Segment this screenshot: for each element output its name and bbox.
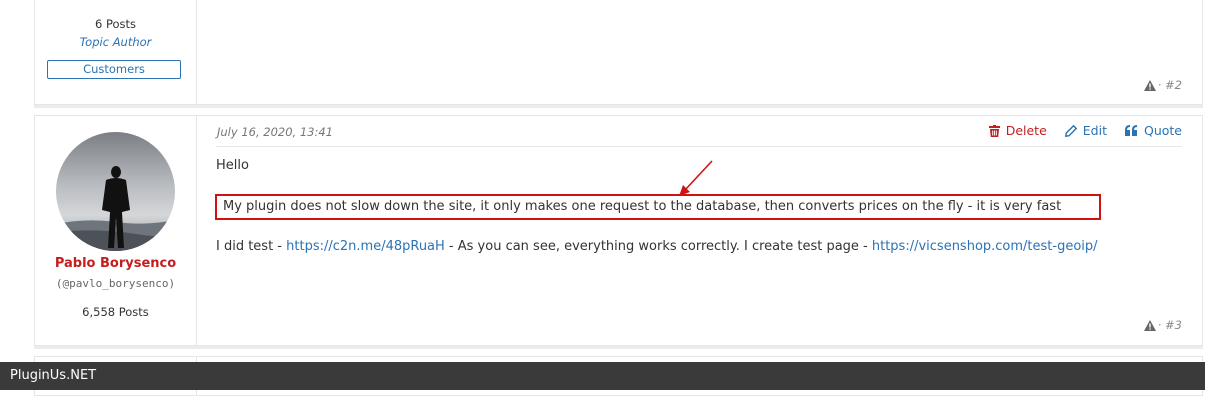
link-c2n[interactable]: https://c2n.me/48pRuaH [286, 239, 445, 254]
delete-button[interactable]: Delete [988, 123, 1047, 138]
post-separator [34, 105, 1203, 108]
post-header-divider [216, 146, 1182, 147]
author-posts-count: 6,558 Posts [82, 305, 149, 319]
quote-button[interactable]: Quote [1124, 123, 1182, 138]
post-separator [34, 346, 1203, 349]
post-number[interactable]: · #3 [1143, 318, 1182, 332]
text-fragment: I did test - [216, 239, 287, 254]
post-actions: Delete Edit Quote [988, 123, 1182, 138]
post-number-label: · #3 [1157, 318, 1182, 332]
author-name[interactable]: Pablo Borysenco [35, 256, 196, 271]
highlight-annotation: My plugin does not slow down the site, i… [215, 194, 1101, 220]
author-sidebar: 6 Posts Topic Author Customers [35, 0, 197, 104]
link-test-page[interactable]: https://vicsenshop.com/test-geoip/ [872, 239, 1098, 254]
post-text-line: I did test - https://c2n.me/48pRuaH - As… [216, 239, 1098, 254]
quote-icon [1124, 125, 1137, 136]
forum-post: 6 Posts Topic Author Customers · #2 [34, 0, 1203, 105]
author-posts-count: 6 Posts [94, 17, 137, 31]
highlighted-text: My plugin does not slow down the site, i… [223, 199, 1062, 214]
trash-icon [988, 124, 1000, 137]
annotation-arrow-icon [679, 160, 713, 196]
forum-post: Pablo Borysenco (@pavlo_borysenco) 6,558… [34, 115, 1203, 346]
report-icon[interactable] [1143, 80, 1156, 91]
report-icon[interactable] [1143, 320, 1156, 331]
post-date: July 16, 2020, 13:41 [217, 125, 333, 139]
post-number-label: · #2 [1157, 78, 1182, 92]
author-sidebar: Pablo Borysenco (@pavlo_borysenco) 6,558… [35, 116, 197, 345]
edit-button[interactable]: Edit [1064, 123, 1107, 138]
brand-label[interactable]: PluginUs.NET [10, 368, 96, 383]
pencil-icon [1064, 124, 1077, 137]
author-handle: (@pavlo_borysenco) [55, 277, 176, 290]
delete-label: Delete [1005, 123, 1047, 138]
author-role: Topic Author [79, 35, 152, 49]
role-badge: Customers [47, 60, 181, 79]
post-number[interactable]: · #2 [1143, 78, 1182, 92]
edit-label: Edit [1082, 123, 1107, 138]
quote-label: Quote [1143, 123, 1182, 138]
avatar[interactable] [56, 132, 175, 251]
site-brand-bar: PluginUs.NET [0, 362, 1205, 390]
text-fragment: - As you can see, everything works corre… [444, 239, 872, 254]
